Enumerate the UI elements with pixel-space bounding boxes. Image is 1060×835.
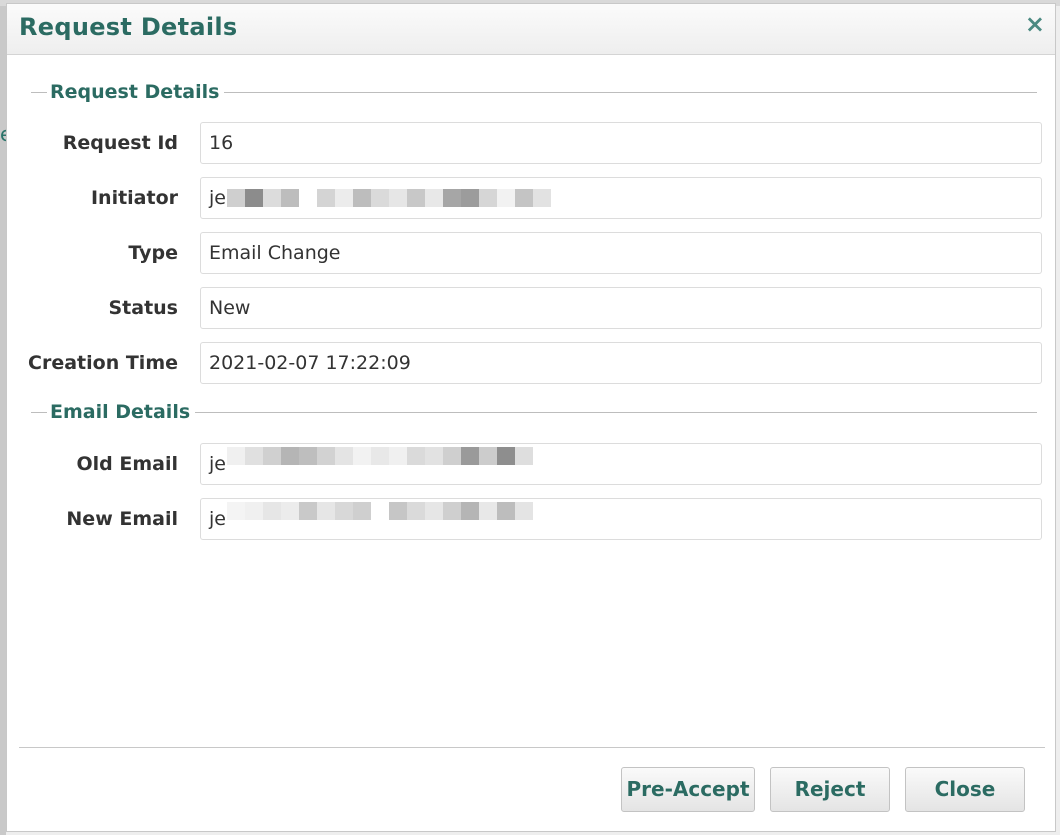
field-label-type: Type: [128, 242, 178, 264]
email-details-section: Email Details: [31, 400, 1037, 424]
field-label-creation-time: Creation Time: [28, 352, 178, 374]
field-row-initiator: Initiator je: [7, 177, 1055, 219]
creation-time-value: 2021-02-07 17:22:09: [209, 352, 411, 374]
section-legend-request-details: Request Details: [47, 80, 225, 104]
field-row-status: Status New: [7, 287, 1055, 329]
field-row-type: Type Email Change: [7, 232, 1055, 274]
status-value: New: [209, 297, 251, 319]
pre-accept-button[interactable]: Pre-Accept: [621, 767, 755, 812]
request-id-field[interactable]: 16: [200, 122, 1042, 164]
redacted-old-email: [226, 446, 533, 481]
field-label-request-id: Request Id: [62, 132, 178, 154]
creation-time-field[interactable]: 2021-02-07 17:22:09: [200, 342, 1042, 384]
field-label-status: Status: [108, 297, 178, 319]
old-email-value: je: [209, 453, 226, 475]
type-field[interactable]: Email Change: [200, 232, 1042, 274]
field-label-new-email: New Email: [66, 508, 178, 530]
request-details-dialog: Request Details × Request Details Reques…: [6, 3, 1056, 832]
redacted-new-email: [226, 501, 533, 536]
status-field[interactable]: New: [200, 287, 1042, 329]
dialog-titlebar[interactable]: Request Details ×: [7, 4, 1055, 55]
initiator-value: je: [209, 187, 226, 209]
initiator-field[interactable]: je: [200, 177, 1042, 219]
dialog-title: Request Details: [19, 13, 238, 41]
section-legend-email-details: Email Details: [47, 400, 196, 424]
footer-divider: [19, 747, 1045, 748]
field-row-request-id: Request Id 16: [7, 122, 1055, 164]
close-button[interactable]: Close: [905, 767, 1025, 812]
request-details-section: Request Details: [31, 80, 1037, 104]
field-label-initiator: Initiator: [90, 187, 178, 209]
field-row-old-email: Old Email je: [7, 443, 1055, 485]
old-email-field[interactable]: je: [200, 443, 1042, 485]
type-value: Email Change: [209, 242, 341, 264]
field-row-creation-time: Creation Time 2021-02-07 17:22:09: [7, 342, 1055, 384]
field-label-old-email: Old Email: [76, 453, 178, 475]
field-row-new-email: New Email je: [7, 498, 1055, 540]
new-email-field[interactable]: je: [200, 498, 1042, 540]
reject-button[interactable]: Reject: [770, 767, 890, 812]
close-icon[interactable]: ×: [1025, 12, 1045, 36]
request-id-value: 16: [209, 132, 234, 154]
new-email-value: je: [209, 508, 226, 530]
redacted-initiator: [226, 181, 551, 215]
